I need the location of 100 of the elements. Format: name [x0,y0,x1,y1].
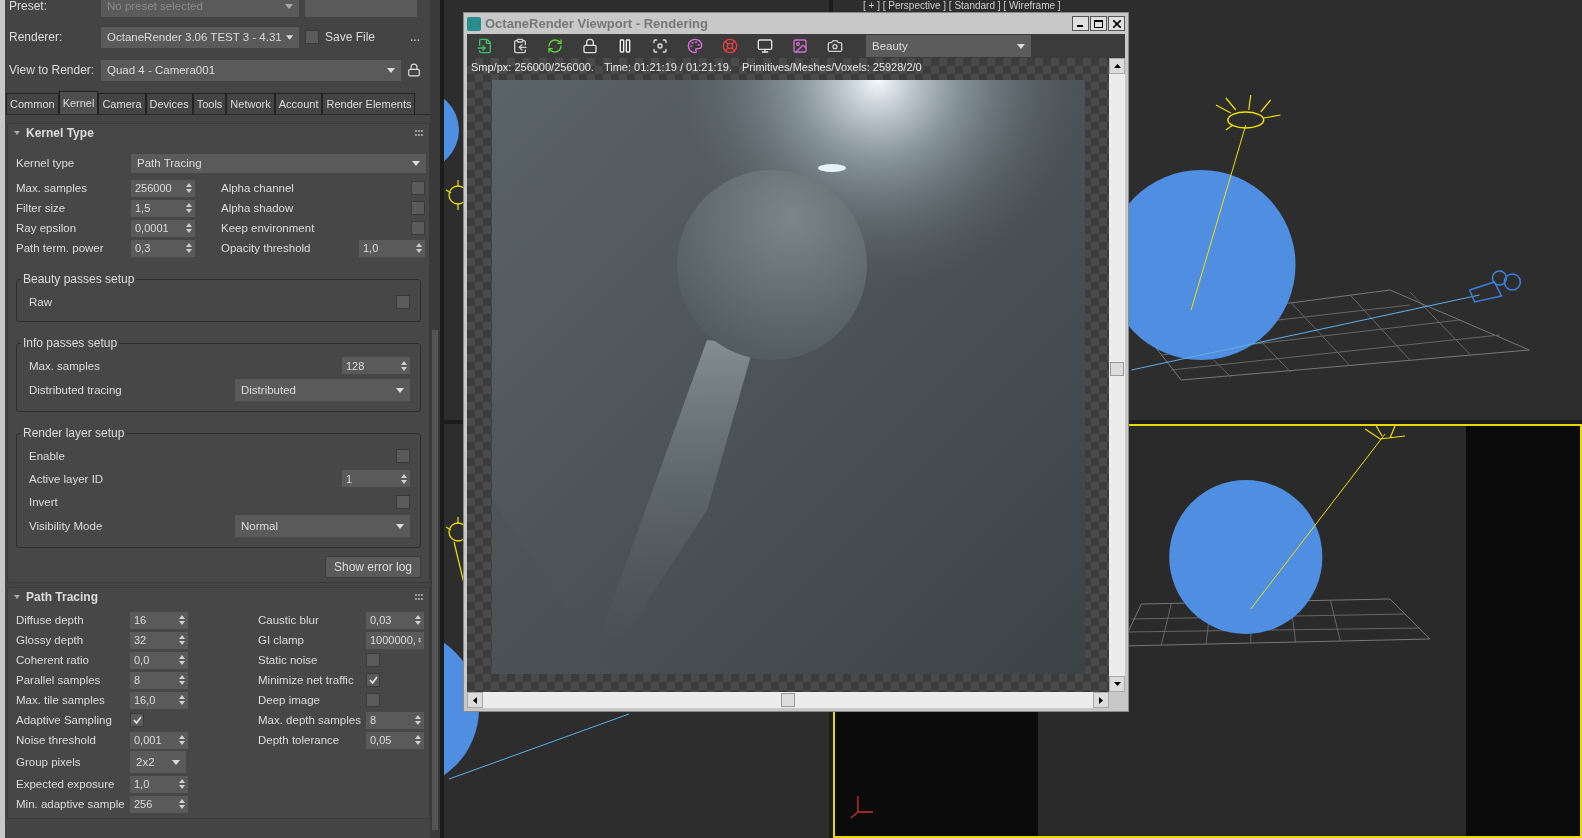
spinner-arrows-icon[interactable] [401,360,407,371]
spinner-arrows-icon[interactable] [179,735,185,745]
spinner-arrows-icon[interactable] [186,223,192,233]
caret-icon [285,3,293,9]
spinner-arrows-icon[interactable] [186,243,192,253]
rollout-title[interactable]: Kernel Type [26,126,94,140]
pass-dropdown[interactable]: Beauty [866,35,1031,57]
image-icon[interactable] [790,36,810,56]
spinner-field[interactable]: 1,5 [131,199,195,217]
viewport-label[interactable]: [ + ] [ Perspective ] [ Standard ] [ Wireframe ] [863,0,1061,11]
spinner-arrows-icon[interactable] [179,655,185,665]
checkbox[interactable] [411,201,425,215]
spinner-field[interactable]: 0,0001 [131,219,195,237]
spinner-arrows-icon[interactable] [179,695,185,705]
spinner-field[interactable]: 0,0 [130,651,188,669]
maximize-button[interactable] [1090,16,1107,31]
scroll-up-icon[interactable] [1109,58,1125,74]
spinner-field[interactable]: 128 [342,357,410,374]
color-wheel-icon[interactable] [685,36,705,56]
collapse-triangle-icon[interactable] [14,130,20,136]
tab[interactable]: Kernel [58,91,99,114]
spinner-arrows-icon[interactable] [401,473,407,484]
lifebuoy-icon[interactable] [720,36,740,56]
spinner-arrows-icon[interactable] [186,183,192,193]
spinner-arrows-icon[interactable] [179,799,185,809]
spinner-field[interactable]: 0,001 [130,731,188,749]
spinner-arrows-icon[interactable] [415,715,421,725]
dropdown[interactable]: 2x2 [130,751,186,773]
horizontal-scrollbar[interactable] [467,692,1109,708]
monitor-icon[interactable] [755,36,775,56]
checkbox[interactable] [396,448,410,463]
checkbox[interactable] [411,221,425,235]
rollout-title[interactable]: Path Tracing [26,590,99,604]
checkbox[interactable] [130,713,144,727]
lock-icon[interactable] [407,63,421,77]
spinner-field[interactable]: 0,3 [131,239,195,257]
spinner-field[interactable]: 8 [366,711,424,729]
scroll-down-icon[interactable] [1109,676,1125,692]
scroll-right-icon[interactable] [1093,692,1109,708]
focus-icon[interactable] [650,36,670,56]
dropdown[interactable]: Path Tracing [131,153,426,173]
panel-scrollbar[interactable] [430,0,440,838]
spinner-field[interactable]: 1000000, [366,631,424,649]
spinner-field[interactable]: 1 [342,470,410,487]
spinner-arrows-icon[interactable] [416,243,422,253]
spinner-arrows-icon[interactable] [179,635,185,645]
dropdown[interactable]: Normal [235,515,410,537]
field-label: Alpha shadow [221,202,295,214]
spinner-arrows-icon[interactable] [415,615,421,625]
close-button[interactable] [1108,16,1125,31]
tab[interactable]: Network [226,93,275,114]
spinner-field[interactable]: 256000 [131,179,195,197]
grip-icon[interactable] [415,594,423,600]
spinner-field[interactable]: 0,03 [366,611,424,629]
status-text: Time: 01:21:19 / 01:21:19. [603,61,732,73]
spinner-field[interactable]: 256 [130,795,188,813]
field-label: Max. samples [29,359,101,372]
spinner-arrows-icon[interactable] [179,675,185,685]
dropdown[interactable]: Distributed [235,379,410,401]
spinner-field[interactable]: 16 [130,611,188,629]
checkbox[interactable] [411,181,425,195]
checkbox[interactable] [396,494,410,509]
spinner-arrows-icon[interactable] [415,735,421,745]
checkbox[interactable] [305,30,319,44]
collapse-triangle-icon[interactable] [14,594,20,600]
checkbox[interactable] [366,653,380,667]
spinner-field[interactable]: 8 [130,671,188,689]
spinner-arrows-icon[interactable] [186,203,192,213]
more-button[interactable]: ... [404,30,426,44]
checkbox[interactable] [396,294,410,309]
spinner-arrows-icon[interactable] [417,635,421,645]
lock-icon[interactable] [580,36,600,56]
spinner-field[interactable]: 32 [130,631,188,649]
tab[interactable]: Devices [145,93,193,114]
show-error-log-button[interactable]: Show error log [324,556,421,578]
scroll-left-icon[interactable] [467,692,483,708]
tab[interactable]: Render Elements [322,93,416,114]
minimize-button[interactable] [1072,16,1089,31]
vertical-scrollbar[interactable] [1109,58,1125,692]
spinner-field[interactable]: 16,0 [130,691,188,709]
renderer-dropdown[interactable]: OctaneRender 3.06 TEST 3 - 4.31 [101,26,299,48]
caret-icon [396,387,404,393]
tab[interactable]: Camera [98,93,146,114]
spinner-field[interactable]: 1,0 [130,775,188,793]
group-title: Render layer setup [22,426,126,440]
tab[interactable]: Account [274,93,323,114]
tab[interactable]: Tools [192,93,227,114]
checkbox[interactable] [366,673,380,687]
field-label: View to Render: [9,63,95,77]
spinner-arrows-icon[interactable] [179,779,185,789]
field-label: Enable [29,449,66,462]
spinner-field[interactable]: 1,0 [359,239,425,257]
refresh-icon[interactable] [545,36,565,56]
grip-icon[interactable] [415,130,423,136]
checkbox[interactable] [366,693,380,707]
field-label: Diffuse depth [16,614,85,626]
view-dropdown[interactable]: Quad 4 - Camera001 [101,59,401,81]
spinner-arrows-icon[interactable] [179,615,185,625]
spinner-field[interactable]: 0,05 [366,731,424,749]
tab[interactable]: Common [6,93,59,114]
